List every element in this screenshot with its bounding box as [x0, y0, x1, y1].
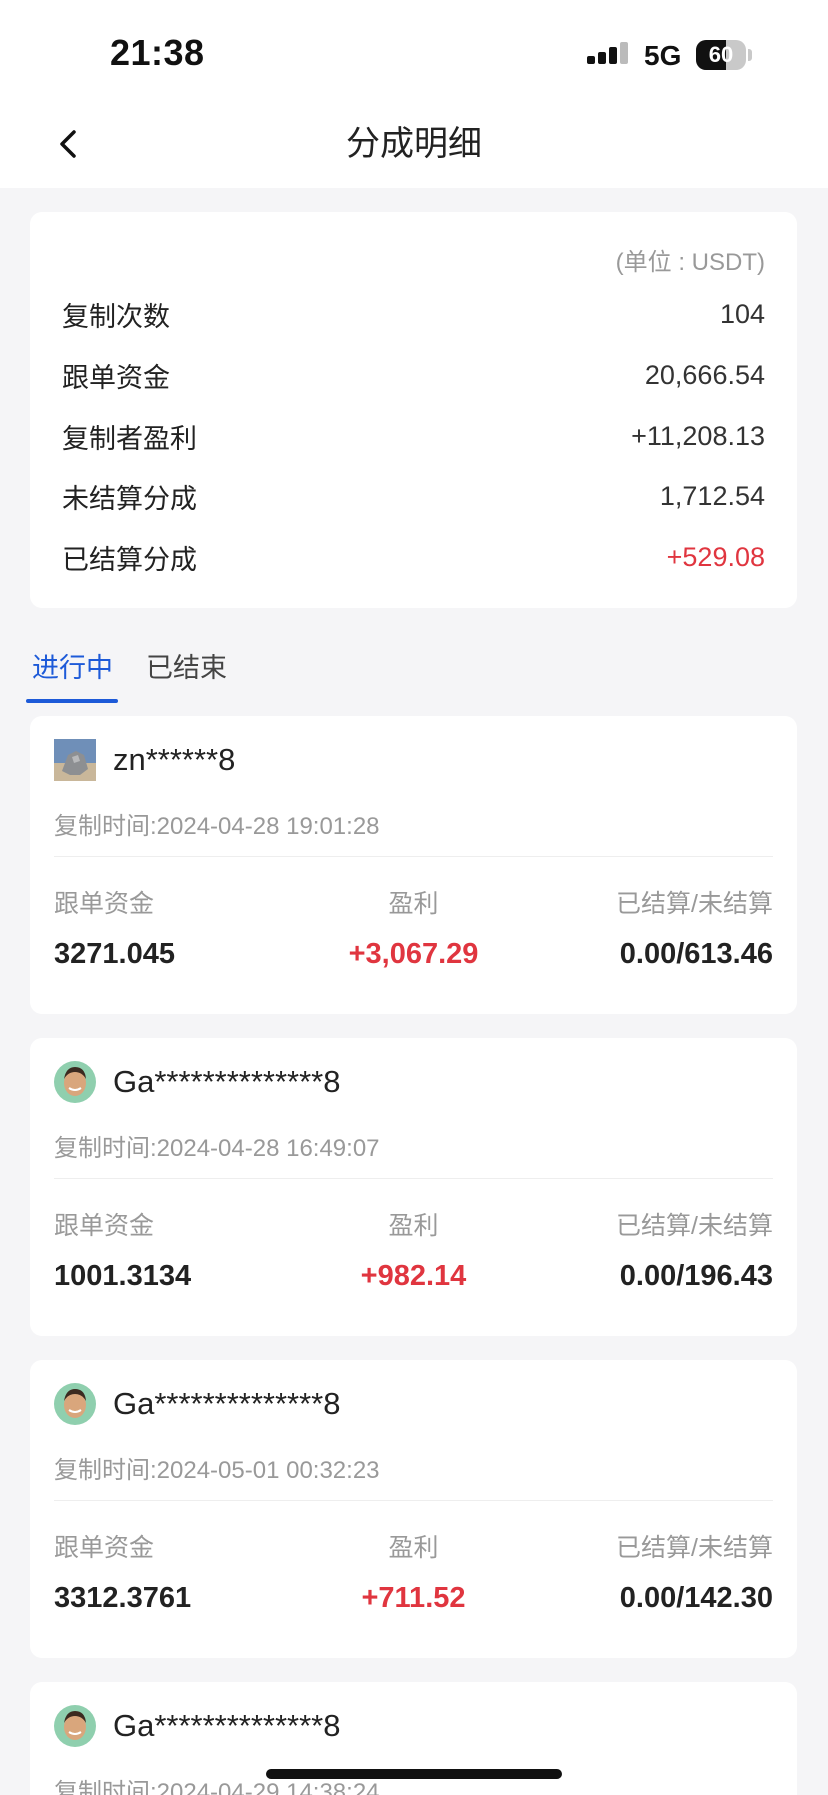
summary-card: (单位 : USDT) 复制次数 104 跟单资金 20,666.54 复制者盈… [30, 212, 797, 608]
summary-row-copy-count: 复制次数 104 [62, 294, 765, 334]
summary-label: 复制者盈利 [62, 423, 197, 454]
settled-label: 已结算/未结算 [616, 1534, 773, 1562]
summary-value: +11,208.13 [631, 420, 765, 451]
avatar [54, 1705, 96, 1747]
settled-value: 0.00/196.43 [619, 1260, 773, 1292]
divider [54, 1178, 773, 1179]
summary-row-settled: 已结算分成 +529.08 [62, 537, 765, 577]
divider [54, 1500, 773, 1501]
tab-in-progress[interactable]: 进行中 [32, 646, 113, 685]
nav-bar: 分成明细 [0, 100, 828, 188]
summary-value: 20,666.54 [644, 359, 765, 390]
summary-value: +529.08 [666, 541, 765, 572]
record-copy-time: 复制时间:2024-05-01 00:32:23 [54, 1457, 380, 1484]
divider [54, 856, 773, 857]
cellular-signal-icon [587, 42, 628, 64]
summary-row-unsettled: 未结算分成 1,712.54 [62, 476, 765, 516]
status-bar: 21:38 5G 60 [0, 0, 828, 100]
avatar [54, 1383, 96, 1425]
summary-label: 复制次数 [62, 301, 170, 332]
record-card[interactable]: zn******8 复制时间:2024-04-28 19:01:28 跟单资金 … [30, 716, 797, 1014]
battery-level: 60 [708, 42, 734, 67]
summary-value: 104 [719, 298, 765, 329]
avatar [54, 739, 96, 781]
summary-row-copier-profit: 复制者盈利 +11,208.13 [62, 416, 765, 456]
battery-icon: 60 [696, 40, 752, 70]
back-button[interactable] [44, 118, 96, 170]
record-copy-time: 复制时间:2024-04-28 16:49:07 [54, 1135, 380, 1162]
settled-label: 已结算/未结算 [616, 1212, 773, 1240]
avatar [54, 1061, 96, 1103]
settled-label: 已结算/未结算 [616, 890, 773, 918]
record-copy-time: 复制时间:2024-04-28 19:01:28 [54, 813, 380, 840]
record-card[interactable]: Ga**************8 复制时间:2024-05-01 00:32:… [30, 1360, 797, 1658]
summary-value: 1,712.54 [659, 480, 765, 511]
record-username: Ga**************8 [113, 1064, 341, 1099]
summary-label: 已结算分成 [62, 544, 197, 575]
status-time: 21:38 [110, 32, 205, 73]
tab-ended[interactable]: 已结束 [146, 646, 227, 685]
page-title: 分成明细 [346, 125, 482, 163]
settled-value: 0.00/613.46 [619, 938, 773, 970]
tab-bar: 进行中 已结束 [0, 630, 828, 706]
record-card[interactable]: Ga**************8 复制时间:2024-04-28 16:49:… [30, 1038, 797, 1336]
tab-active-indicator [26, 699, 118, 703]
unit-label: (单位 : USDT) [615, 249, 765, 276]
network-type: 5G [644, 40, 682, 71]
chevron-left-icon [60, 130, 76, 158]
record-username: Ga**************8 [113, 1386, 341, 1421]
record-username: Ga**************8 [113, 1708, 341, 1743]
summary-label: 跟单资金 [62, 362, 170, 393]
record-username: zn******8 [113, 742, 236, 777]
home-indicator[interactable] [266, 1769, 562, 1779]
summary-row-funds: 跟单资金 20,666.54 [62, 355, 765, 395]
settled-value: 0.00/142.30 [619, 1582, 773, 1614]
summary-label: 未结算分成 [62, 483, 197, 514]
